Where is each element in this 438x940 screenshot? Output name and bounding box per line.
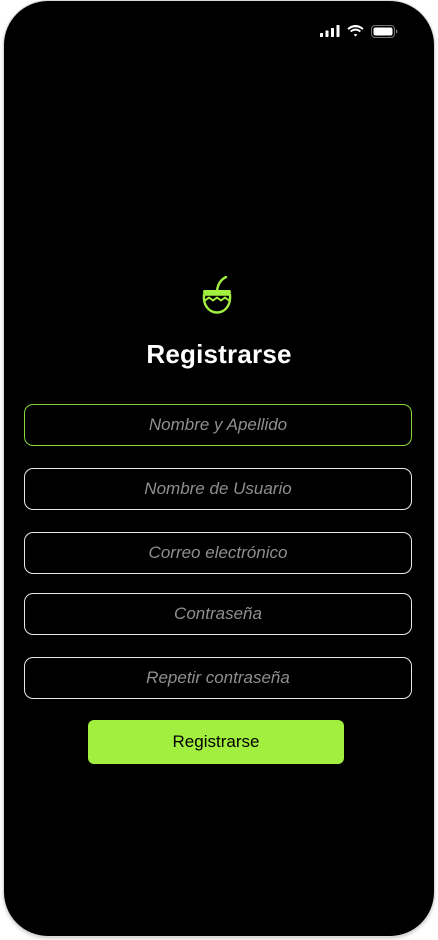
phone-screen: Registrarse Registrarse (4, 1, 434, 936)
page-title: Registrarse (146, 339, 292, 369)
wifi-icon (347, 25, 364, 37)
username-input[interactable] (24, 468, 412, 510)
register-button[interactable]: Registrarse (88, 720, 344, 764)
repeat-password-input[interactable] (24, 657, 412, 699)
full-name-input[interactable] (24, 404, 412, 446)
cellular-signal-icon (320, 25, 340, 37)
battery-icon (371, 24, 398, 38)
email-input[interactable] (24, 532, 412, 574)
password-input[interactable] (24, 593, 412, 635)
mate-gourd-icon (199, 275, 235, 316)
status-bar (320, 21, 398, 41)
